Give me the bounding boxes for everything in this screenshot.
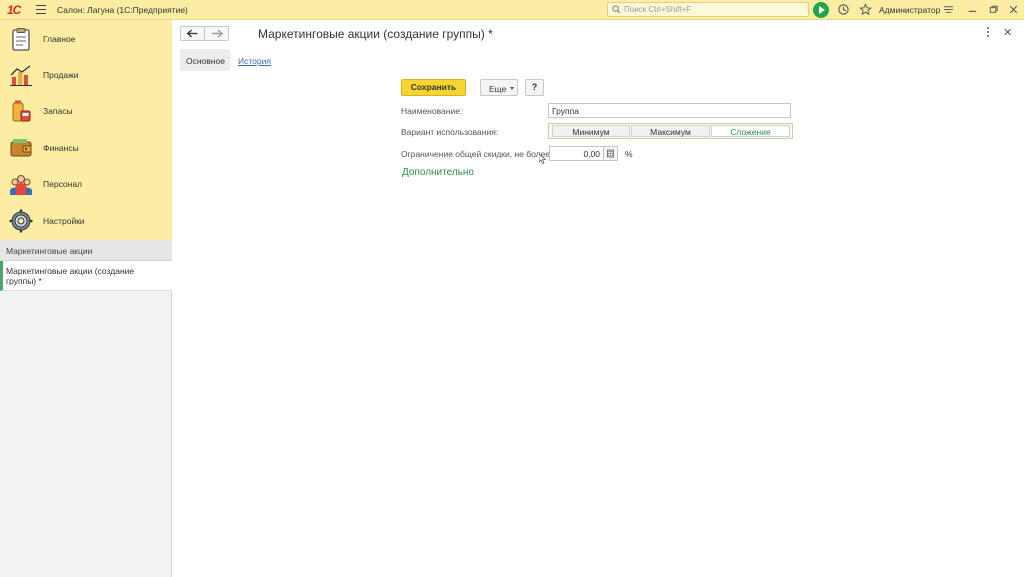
variant-option-max[interactable]: Максимум bbox=[631, 125, 710, 137]
help-button[interactable]: ? bbox=[525, 79, 544, 96]
discount-label: Ограничение общей скидки, не более: bbox=[401, 149, 553, 159]
section-finance[interactable]: Финансы bbox=[0, 130, 172, 166]
mouse-cursor-icon bbox=[539, 154, 547, 164]
section-label: Настройки bbox=[43, 216, 85, 226]
people-icon bbox=[10, 175, 32, 195]
more-button[interactable]: Еще bbox=[480, 79, 518, 96]
section-main[interactable]: Главное bbox=[0, 21, 172, 57]
section-label: Запасы bbox=[43, 106, 73, 116]
close-icon[interactable] bbox=[1007, 3, 1020, 16]
back-arrow-icon[interactable] bbox=[181, 27, 205, 40]
more-button-label: Еще bbox=[489, 84, 507, 94]
settings-lines-icon[interactable] bbox=[942, 3, 955, 16]
tab-main[interactable]: Основное bbox=[180, 49, 230, 71]
form-title: Маркетинговые акции (создание группы) * bbox=[258, 27, 493, 41]
main-menu-icon[interactable] bbox=[36, 5, 46, 15]
open-window-item[interactable]: Маркетинговые акции (создание группы) * bbox=[0, 261, 172, 291]
section-settings[interactable]: Настройки bbox=[0, 203, 172, 239]
sidebar: Главное Продажи Запасы Финансы Персонал … bbox=[0, 20, 172, 577]
tab-main-label: Основное bbox=[186, 56, 225, 66]
section-label: Главное bbox=[43, 34, 76, 44]
save-button[interactable]: Сохранить bbox=[401, 79, 466, 96]
navigation-buttons bbox=[180, 26, 229, 41]
percent-unit: % bbox=[625, 149, 633, 159]
sections-panel: Главное Продажи Запасы Финансы Персонал … bbox=[0, 20, 172, 240]
variant-selector: Минимум Максимум Сложение bbox=[548, 123, 793, 139]
history-icon[interactable] bbox=[837, 3, 850, 16]
open-windows-header[interactable]: Маркетинговые акции bbox=[0, 240, 172, 261]
star-icon[interactable] bbox=[859, 3, 872, 16]
app-title: Салон: Лагуна (1С:Предприятие) bbox=[57, 5, 188, 15]
forward-arrow-icon[interactable] bbox=[205, 27, 229, 40]
variant-label: Вариант использования: bbox=[401, 127, 499, 137]
stock-icon bbox=[12, 100, 31, 122]
name-label: Наименование: bbox=[401, 106, 463, 116]
extra-link[interactable]: Дополнительно bbox=[402, 167, 474, 178]
app-logo[interactable]: 1С bbox=[7, 3, 29, 17]
top-bar: 1С Салон: Лагуна (1С:Предприятие) Поиск … bbox=[0, 0, 1024, 20]
wallet-icon bbox=[10, 139, 32, 157]
sales-chart-icon bbox=[10, 65, 32, 86]
user-name[interactable]: Администратор bbox=[879, 5, 940, 15]
play-icon[interactable] bbox=[813, 2, 829, 18]
section-label: Финансы bbox=[43, 143, 79, 153]
restore-icon[interactable] bbox=[987, 3, 1000, 16]
more-options-icon[interactable] bbox=[985, 27, 991, 39]
section-personnel[interactable]: Персонал bbox=[0, 166, 172, 202]
chevron-down-icon bbox=[510, 87, 514, 90]
form-close-icon[interactable]: ✕ bbox=[1003, 26, 1012, 39]
section-label: Персонал bbox=[43, 179, 83, 189]
clipboard-icon bbox=[12, 28, 30, 51]
name-field[interactable]: Группа bbox=[548, 103, 791, 118]
search-placeholder: Поиск Ctrl+Shift+F bbox=[624, 5, 692, 14]
section-sales[interactable]: Продажи bbox=[0, 57, 172, 93]
form-area: Маркетинговые акции (создание группы) * … bbox=[173, 20, 1024, 577]
open-window-label: Маркетинговые акции (создание группы) * bbox=[6, 266, 135, 286]
gear-icon bbox=[9, 209, 33, 233]
search-input[interactable]: Поиск Ctrl+Shift+F bbox=[607, 2, 809, 17]
discount-field[interactable]: 0,00 bbox=[549, 146, 604, 161]
section-label: Продажи bbox=[43, 70, 79, 80]
minimize-icon[interactable] bbox=[966, 3, 979, 16]
variant-option-sum[interactable]: Сложение bbox=[711, 125, 790, 137]
search-icon bbox=[612, 5, 621, 14]
variant-option-min[interactable]: Минимум bbox=[552, 125, 630, 137]
tab-history[interactable]: История bbox=[238, 56, 271, 66]
section-stock[interactable]: Запасы bbox=[0, 93, 172, 129]
calculator-icon[interactable] bbox=[604, 146, 618, 161]
open-windows-header-label: Маркетинговые акции bbox=[6, 246, 93, 256]
